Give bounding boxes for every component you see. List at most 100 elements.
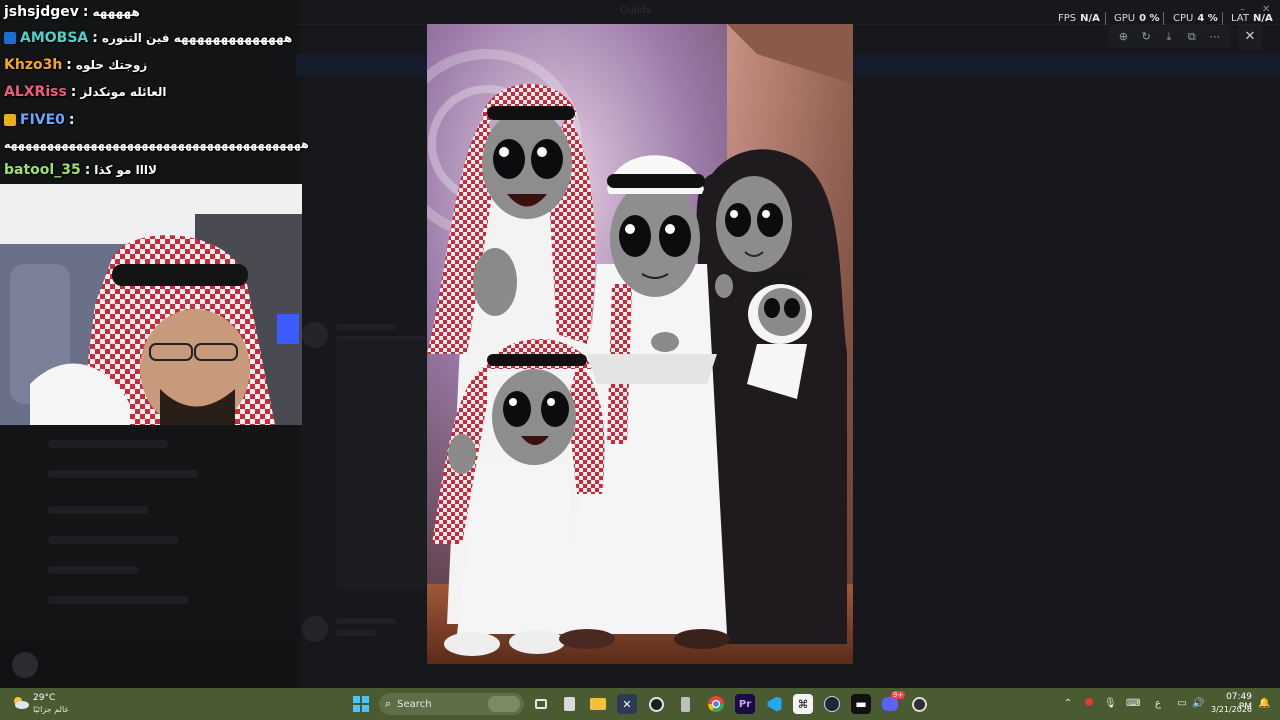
fps-readout: FPS N/A	[1058, 11, 1100, 25]
webcam-feed	[0, 184, 302, 425]
chat-message: FIVE0 :	[4, 110, 75, 130]
chat-text: هههههههههههههههههههههههههههههههههههههههه…	[4, 137, 309, 151]
calculator-icon[interactable]	[559, 694, 579, 714]
chat-message: ALXRiss : العائله مونكدلز	[4, 82, 167, 102]
weather-icon[interactable]	[10, 694, 30, 710]
chat-username: ALXRiss	[4, 84, 67, 100]
cpu-readout: CPU 4 %	[1173, 11, 1218, 25]
image-viewer-toolbar: ⊕ ↻ ⤓ ⧉ ⋯	[1108, 26, 1230, 48]
divider	[1163, 12, 1164, 25]
channel-row	[48, 470, 198, 478]
terminal-icon[interactable]: ✕	[617, 694, 637, 714]
play-badge-icon	[4, 32, 16, 44]
microphone-icon[interactable]: 🎙	[1104, 698, 1117, 710]
background-user-panel	[0, 640, 296, 688]
chat-separator: :	[82, 4, 89, 20]
search-icon: ⌕	[385, 697, 392, 710]
more-icon[interactable]: ⋯	[1208, 30, 1222, 44]
channel-row	[48, 566, 138, 574]
fps-value: N/A	[1080, 12, 1100, 24]
gpu-readout: GPU 0 %	[1114, 11, 1160, 25]
open-external-icon[interactable]: ⧉	[1185, 30, 1199, 44]
usb-icon[interactable]	[675, 694, 695, 714]
chat-text: ههههههههههههههه فين التنوره	[101, 31, 293, 45]
cpu-value: 4 %	[1197, 12, 1218, 24]
obs-icon[interactable]	[909, 694, 929, 714]
chat-message: jshsjdgev : هههههه	[4, 2, 140, 22]
window-title: Guilds	[620, 5, 652, 16]
chat-separator: :	[70, 84, 77, 100]
channel-row	[48, 440, 168, 448]
download-icon[interactable]: ⤓	[1162, 30, 1176, 44]
chat-separator: :	[84, 162, 91, 178]
lat-value: N/A	[1252, 12, 1273, 24]
chat-message: batool_35 : لاااا مو كذا	[4, 160, 157, 180]
weather-description: غالم جزائيًا	[33, 705, 69, 714]
volume-icon[interactable]: 🔊	[1192, 698, 1204, 710]
chat-username: jshsjdgev	[4, 4, 79, 20]
chat-separator: :	[92, 30, 98, 46]
avatar	[302, 322, 328, 348]
spotify-icon[interactable]: ▬	[851, 694, 871, 714]
divider	[1222, 12, 1223, 25]
language-icon[interactable]: ع	[1152, 698, 1164, 710]
message-line	[336, 324, 396, 330]
avatar	[302, 616, 328, 642]
taskbar-search-box[interactable]: ⌕ Search	[379, 693, 524, 715]
channel-row	[48, 536, 178, 544]
chat-text: زوجتك حلوه	[75, 58, 148, 72]
chevron-up-icon[interactable]: ⌃	[1062, 698, 1074, 710]
vscode-icon[interactable]	[764, 694, 784, 714]
channel-row	[48, 596, 188, 604]
chat-username: FIVE0	[20, 112, 65, 128]
cpu-label: CPU	[1173, 12, 1194, 24]
lat-readout: LAT N/A	[1231, 11, 1273, 25]
chat-username: Khzo3h	[4, 57, 63, 73]
chat-text: هههههه	[92, 5, 140, 19]
task-view-icon[interactable]	[531, 694, 551, 714]
close-viewer-button[interactable]: ✕	[1238, 25, 1262, 49]
search-placeholder: Search	[397, 698, 432, 710]
steam-icon[interactable]	[822, 694, 842, 714]
network-icon[interactable]: ▭	[1176, 698, 1188, 710]
alien-family-illustration	[427, 24, 853, 664]
premiere-icon[interactable]: Pr	[735, 694, 755, 714]
chrome-icon[interactable]	[706, 694, 726, 714]
chat-text: العائله مونكدلز	[80, 85, 167, 99]
github-icon[interactable]	[646, 694, 666, 714]
windows-start-icon[interactable]	[351, 694, 371, 714]
notification-badge: 9+	[891, 691, 906, 699]
avatar	[12, 652, 38, 678]
gpu-label: GPU	[1114, 12, 1136, 24]
discord-icon[interactable]: 9+	[880, 691, 906, 714]
fps-label: FPS	[1058, 12, 1077, 24]
desktop: Guilds – ✕ FPS N/A GPU 0 % CPU 4 % LAT N…	[0, 0, 1280, 720]
channel-row	[48, 506, 148, 514]
notification-bell-icon[interactable]: 🔔	[1258, 698, 1270, 710]
rotate-icon[interactable]: ↻	[1139, 30, 1153, 44]
crown-badge-icon	[4, 114, 16, 126]
clock-date[interactable]: 3/21/2026	[1211, 705, 1252, 714]
zoom-in-icon[interactable]: ⊕	[1116, 30, 1130, 44]
chat-text: لاااا مو كذا	[94, 163, 157, 177]
message-line	[336, 618, 396, 624]
keyboard-icon[interactable]: ⌨	[1126, 698, 1140, 710]
chat-username: AMOBSA	[20, 30, 89, 46]
file-explorer-icon[interactable]	[588, 694, 608, 714]
chat-message-continuation: هههههههههههههههههههههههههههههههههههههههه…	[4, 134, 309, 154]
chat-message: Khzo3h : زوجتك حلوه	[4, 55, 147, 75]
chat-message: AMOBSA : ههههههههههههههه فين التنوره	[4, 28, 292, 48]
capcut-icon[interactable]: ⌘	[793, 694, 813, 714]
chat-separator: :	[68, 112, 75, 128]
weather-temperature: 29°C	[33, 693, 56, 703]
message-line	[336, 630, 376, 636]
gpu-value: 0 %	[1139, 12, 1160, 24]
attachment-preview	[336, 340, 426, 590]
chat-username: batool_35	[4, 162, 81, 178]
chat-separator: :	[66, 57, 72, 73]
background-toolbar	[1100, 652, 1270, 674]
search-highlight-icon	[488, 696, 520, 712]
recording-icon[interactable]	[1083, 698, 1095, 710]
lat-label: LAT	[1231, 12, 1249, 24]
divider	[1105, 12, 1106, 25]
